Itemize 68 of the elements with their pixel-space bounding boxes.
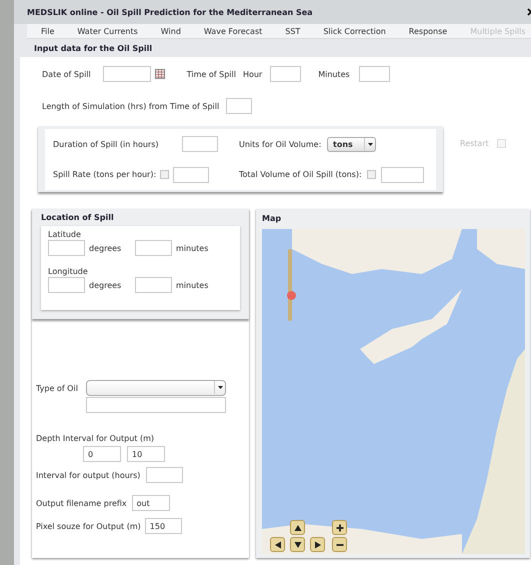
degrees-field[interactable] [48,240,85,256]
menu-item[interactable]: Slick Correction [309,26,395,36]
caret-icon [214,381,225,394]
plus-icon [336,524,344,532]
menu-item[interactable]: File [27,26,64,36]
field-label: Type of Oil [36,384,78,393]
menu-item[interactable]: SST [271,26,310,36]
field-label: Interval for output (hours) [36,470,140,480]
section-title: Input data for the Oil Spill [33,43,154,55]
field-label: Units for Oil Volume: [239,140,322,149]
down-arrow-icon [294,540,302,548]
field-label: Minutes [318,70,350,78]
hour-field[interactable] [270,66,302,82]
minutes-field[interactable] [135,277,172,293]
checkbox[interactable] [366,170,376,180]
field-label: Spill Rate (tons per hour): [53,170,156,180]
field-label: Pixel souze for Output (m) [36,522,141,530]
pan-down-button[interactable] [290,537,305,552]
left-arrow-icon [274,540,282,548]
pan-right-button[interactable] [310,537,325,552]
restart-label: Restart [460,139,489,148]
field-label: Hour [242,70,262,78]
checkbox[interactable] [160,170,170,180]
minutes-field[interactable] [358,66,390,82]
field-label: Output filename prefix [36,498,127,508]
prefix-field[interactable]: out [132,495,170,511]
field-label: Depth Interval for Output (m) [36,434,155,443]
menu-item[interactable]: Response [394,26,456,36]
menu-item[interactable]: Wind [146,26,190,36]
field-label: Date of Spill [42,70,91,78]
field-label: Latitude [48,230,82,240]
menu-item[interactable]: Water Currents [63,26,147,36]
unit-label: degrees [89,244,122,252]
pan-left-button[interactable] [270,537,285,552]
date-field[interactable] [102,66,151,82]
window-title: MEDSLIK online - Oil Spill Prediction for the Mediterranean Sea [27,8,313,17]
total-volume-field[interactable] [380,166,424,183]
right-arrow-icon [314,540,322,548]
degrees-field[interactable] [48,277,85,293]
field-label: Total Volume of Oil Spill (tons): [239,170,362,180]
depth-to-field[interactable]: 10 [127,446,165,462]
unit-label: degrees [89,280,122,290]
panel-title: Location of Spill [41,213,115,224]
duration-field[interactable] [182,136,218,152]
units-dropdown[interactable]: tons [327,136,376,152]
spill-rate-field[interactable] [173,166,210,183]
interval-field[interactable] [146,467,184,483]
unit-label: minutes [176,244,208,252]
panel-title: Map [262,214,282,225]
depth-from-field[interactable]: 0 [83,446,121,462]
field-label: Time of Spill [186,70,236,78]
zoom-in-button[interactable] [332,520,347,535]
menu-item[interactable]: Wave Forecast [190,26,272,36]
caret-icon [364,138,375,151]
calendar-icon[interactable] [154,69,165,79]
text-field[interactable] [86,397,226,413]
unit-label: minutes [176,280,208,290]
pan-up-button[interactable] [290,520,305,535]
pixel-size-field[interactable]: 150 [144,518,182,534]
zoom-slider[interactable] [286,249,294,321]
up-arrow-icon [294,524,302,532]
field-label: Duration of Spill (in hours) [53,140,160,149]
oil-type-dropdown[interactable] [86,380,226,396]
field-label: Length of Simulation (hrs) from Time of Spill [42,102,220,110]
minutes-field[interactable] [135,240,172,256]
field-label: Longitude [48,267,89,277]
simulation-length-field[interactable] [226,98,252,114]
zoom-out-button[interactable] [332,537,347,552]
